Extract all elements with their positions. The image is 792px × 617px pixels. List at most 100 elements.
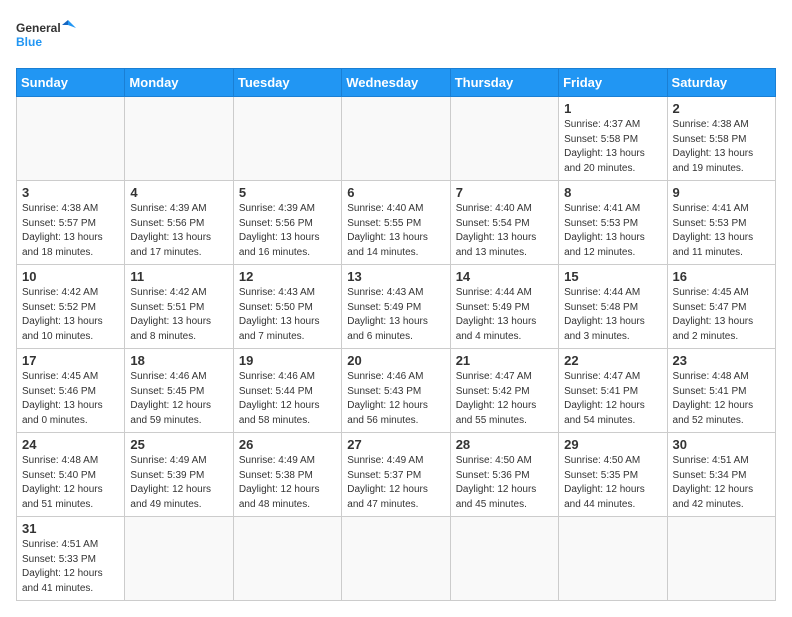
weekday-sunday: Sunday — [17, 69, 125, 97]
calendar-cell — [17, 97, 125, 181]
calendar-cell: 19Sunrise: 4:46 AM Sunset: 5:44 PM Dayli… — [233, 349, 341, 433]
logo-svg: General Blue — [16, 16, 76, 56]
day-info: Sunrise: 4:45 AM Sunset: 5:47 PM Dayligh… — [673, 286, 770, 344]
day-number: 24 — [22, 437, 119, 452]
day-number: 4 — [130, 185, 227, 200]
day-number: 28 — [456, 437, 553, 452]
day-info: Sunrise: 4:48 AM Sunset: 5:40 PM Dayligh… — [22, 454, 119, 512]
day-info: Sunrise: 4:42 AM Sunset: 5:51 PM Dayligh… — [130, 286, 227, 344]
day-info: Sunrise: 4:41 AM Sunset: 5:53 PM Dayligh… — [673, 202, 770, 260]
calendar-cell: 17 Sunrise: 4:45 AM Sunset: 5:46 PM Dayli… — [17, 349, 125, 433]
day-number: 14 — [456, 269, 553, 284]
day-number: 7 — [456, 185, 553, 200]
day-info: Sunrise: 4:42 AM Sunset: 5:52 PM Dayligh… — [22, 286, 119, 344]
calendar-cell: 25 Sunrise: 4:49 AM Sunset: 5:39 PM Dayli… — [125, 433, 233, 517]
calendar-cell: 6Sunrise: 4:40 AM Sunset: 5:55 PM Daylig… — [342, 181, 450, 265]
weekday-wednesday: Wednesday — [342, 69, 450, 97]
weekday-monday: Monday — [125, 69, 233, 97]
day-info: Sunrise: 4:41 AM Sunset: 5:53 PM Dayligh… — [564, 202, 661, 260]
calendar-cell: 18Sunrise: 4:46 AM Sunset: 5:45 PM Dayli… — [125, 349, 233, 433]
day-number: 3 — [22, 185, 119, 200]
day-info: Sunrise: 4:38 AM Sunset: 5:57 PM Dayligh… — [22, 202, 119, 260]
calendar-cell: 20Sunrise: 4:46 AM Sunset: 5:43 PM Dayli… — [342, 349, 450, 433]
calendar-cell: 8Sunrise: 4:41 AM Sunset: 5:53 PM Daylig… — [559, 181, 667, 265]
day-number: 19 — [239, 353, 336, 368]
day-info: Sunrise: 4:44 AM Sunset: 5:49 PM Dayligh… — [456, 286, 553, 344]
calendar-cell: 27 Sunrise: 4:49 AM Sunset: 5:37 PM Dayli… — [342, 433, 450, 517]
calendar-cell: 1 Sunrise: 4:37 AM Sunset: 5:58 PM Daylig… — [559, 97, 667, 181]
calendar-cell — [233, 517, 341, 601]
day-info: Sunrise: 4:43 AM Sunset: 5:50 PM Dayligh… — [239, 286, 336, 344]
day-info: Sunrise: 4:50 AM Sunset: 5:35 PM Dayligh… — [564, 454, 661, 512]
calendar-cell — [125, 97, 233, 181]
week-row-1: 3 Sunrise: 4:38 AM Sunset: 5:57 PM Daylig… — [17, 181, 776, 265]
calendar-cell: 10 Sunrise: 4:42 AM Sunset: 5:52 PM Dayli… — [17, 265, 125, 349]
calendar-cell: 24 Sunrise: 4:48 AM Sunset: 5:40 PM Dayli… — [17, 433, 125, 517]
day-number: 26 — [239, 437, 336, 452]
week-row-4: 24 Sunrise: 4:48 AM Sunset: 5:40 PM Dayli… — [17, 433, 776, 517]
calendar-cell: 14 Sunrise: 4:44 AM Sunset: 5:49 PM Dayli… — [450, 265, 558, 349]
calendar-cell: 5 Sunrise: 4:39 AM Sunset: 5:56 PM Daylig… — [233, 181, 341, 265]
day-number: 5 — [239, 185, 336, 200]
calendar-cell: 15 Sunrise: 4:44 AM Sunset: 5:48 PM Dayli… — [559, 265, 667, 349]
calendar-cell: 11 Sunrise: 4:42 AM Sunset: 5:51 PM Dayli… — [125, 265, 233, 349]
logo: General Blue — [16, 16, 76, 56]
calendar-cell: 9Sunrise: 4:41 AM Sunset: 5:53 PM Daylig… — [667, 181, 775, 265]
day-info: Sunrise: 4:39 AM Sunset: 5:56 PM Dayligh… — [239, 202, 336, 260]
day-number: 10 — [22, 269, 119, 284]
day-info: Sunrise: 4:37 AM Sunset: 5:58 PM Dayligh… — [564, 118, 661, 176]
svg-text:Blue: Blue — [16, 35, 42, 49]
calendar-cell: 30 Sunrise: 4:51 AM Sunset: 5:34 PM Dayli… — [667, 433, 775, 517]
calendar-cell — [342, 97, 450, 181]
day-info: Sunrise: 4:48 AM Sunset: 5:41 PM Dayligh… — [673, 370, 770, 428]
day-number: 13 — [347, 269, 444, 284]
calendar-cell — [450, 97, 558, 181]
day-info: Sunrise: 4:49 AM Sunset: 5:38 PM Dayligh… — [239, 454, 336, 512]
day-number: 17 — [22, 353, 119, 368]
weekday-header-row: SundayMondayTuesdayWednesdayThursdayFrid… — [17, 69, 776, 97]
day-number: 12 — [239, 269, 336, 284]
day-number: 11 — [130, 269, 227, 284]
day-info: Sunrise: 4:43 AM Sunset: 5:49 PM Dayligh… — [347, 286, 444, 344]
day-info: Sunrise: 4:49 AM Sunset: 5:37 PM Dayligh… — [347, 454, 444, 512]
day-number: 23 — [673, 353, 770, 368]
calendar-cell: 3 Sunrise: 4:38 AM Sunset: 5:57 PM Daylig… — [17, 181, 125, 265]
day-number: 6 — [347, 185, 444, 200]
day-info: Sunrise: 4:50 AM Sunset: 5:36 PM Dayligh… — [456, 454, 553, 512]
day-info: Sunrise: 4:46 AM Sunset: 5:45 PM Dayligh… — [130, 370, 227, 428]
weekday-friday: Friday — [559, 69, 667, 97]
day-number: 20 — [347, 353, 444, 368]
calendar-cell — [559, 517, 667, 601]
day-number: 15 — [564, 269, 661, 284]
day-info: Sunrise: 4:44 AM Sunset: 5:48 PM Dayligh… — [564, 286, 661, 344]
day-number: 30 — [673, 437, 770, 452]
calendar-cell: 22Sunrise: 4:47 AM Sunset: 5:41 PM Dayli… — [559, 349, 667, 433]
day-number: 2 — [673, 101, 770, 116]
weekday-thursday: Thursday — [450, 69, 558, 97]
calendar-cell — [667, 517, 775, 601]
day-number: 25 — [130, 437, 227, 452]
day-info: Sunrise: 4:39 AM Sunset: 5:56 PM Dayligh… — [130, 202, 227, 260]
day-number: 27 — [347, 437, 444, 452]
calendar-cell — [233, 97, 341, 181]
calendar-cell — [450, 517, 558, 601]
day-info: Sunrise: 4:51 AM Sunset: 5:34 PM Dayligh… — [673, 454, 770, 512]
calendar-cell: 29Sunrise: 4:50 AM Sunset: 5:35 PM Dayli… — [559, 433, 667, 517]
calendar-cell: 16Sunrise: 4:45 AM Sunset: 5:47 PM Dayli… — [667, 265, 775, 349]
week-row-3: 17 Sunrise: 4:45 AM Sunset: 5:46 PM Dayli… — [17, 349, 776, 433]
weekday-tuesday: Tuesday — [233, 69, 341, 97]
calendar-cell: 7 Sunrise: 4:40 AM Sunset: 5:54 PM Daylig… — [450, 181, 558, 265]
day-info: Sunrise: 4:45 AM Sunset: 5:46 PM Dayligh… — [22, 370, 119, 428]
calendar-cell: 28 Sunrise: 4:50 AM Sunset: 5:36 PM Dayli… — [450, 433, 558, 517]
day-info: Sunrise: 4:47 AM Sunset: 5:42 PM Dayligh… — [456, 370, 553, 428]
day-number: 1 — [564, 101, 661, 116]
calendar-cell — [342, 517, 450, 601]
day-info: Sunrise: 4:40 AM Sunset: 5:54 PM Dayligh… — [456, 202, 553, 260]
calendar-cell: 13 Sunrise: 4:43 AM Sunset: 5:49 PM Dayli… — [342, 265, 450, 349]
day-info: Sunrise: 4:51 AM Sunset: 5:33 PM Dayligh… — [22, 538, 119, 596]
day-number: 31 — [22, 521, 119, 536]
day-info: Sunrise: 4:49 AM Sunset: 5:39 PM Dayligh… — [130, 454, 227, 512]
calendar-cell — [125, 517, 233, 601]
header: General Blue — [16, 16, 776, 56]
calendar-cell: 4 Sunrise: 4:39 AM Sunset: 5:56 PM Daylig… — [125, 181, 233, 265]
